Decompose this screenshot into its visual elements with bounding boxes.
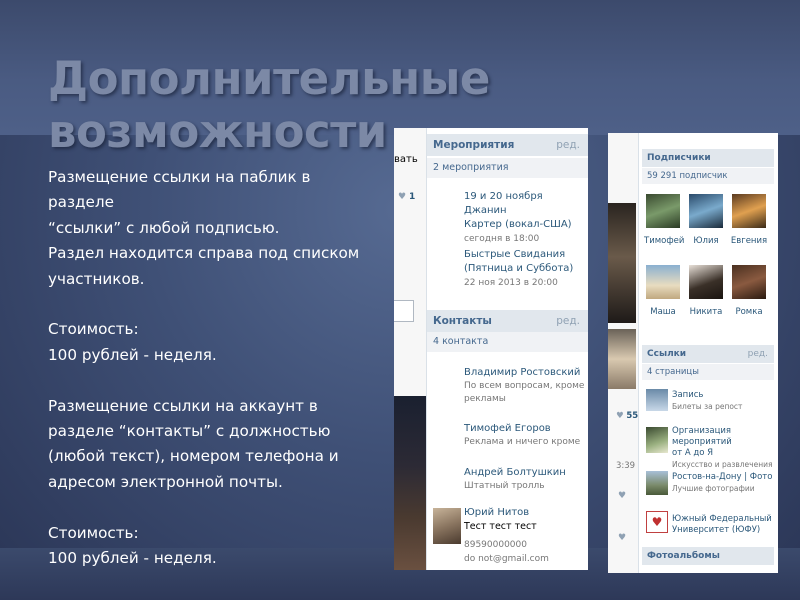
screenshot-events-contacts: вать ♥ 1 Мероприятия ред. 2 мероприятия …	[394, 128, 588, 570]
body-line: “ссылки” с любой подписью.	[48, 218, 280, 237]
subscriber-avatar	[732, 194, 766, 228]
body-line: разделе “контакты” с должностью	[48, 422, 331, 441]
subscriber-avatar	[646, 194, 680, 228]
post-time: 3:39	[616, 461, 636, 471]
subscribers-header[interactable]: Подписчики	[642, 149, 774, 167]
price-label: Стоимость:	[48, 523, 139, 542]
links-edit-link[interactable]: ред.	[748, 345, 768, 363]
albums-header[interactable]: Фотоальбомы	[642, 547, 774, 565]
heart-icon[interactable]: ♥	[618, 491, 626, 501]
link-item[interactable]: Южный Федеральный Университет (ЮФУ)	[672, 514, 772, 536]
heart-icon: ♥	[651, 515, 663, 529]
wall-photo[interactable]	[608, 203, 636, 323]
link-item[interactable]: Запись Билеты за репост	[672, 390, 742, 412]
subscriber-tile[interactable]: Юлия	[687, 194, 725, 246]
price-label: Стоимость:	[48, 320, 139, 339]
heart-icon: ♥	[616, 411, 624, 421]
contact-item[interactable]: Юрий Нитов Тест тест тест 89590000000 do…	[464, 506, 549, 566]
screenshot-subscribers-links: ♥ 55 3:39 ♥ ♥ Подписчики 59 291 подписчи…	[608, 133, 778, 573]
like-counter[interactable]: ♥ 55	[616, 411, 638, 421]
contact-item[interactable]: Андрей Болтушкин Штатный тролль	[464, 466, 566, 493]
link-thumbnail[interactable]	[646, 427, 668, 453]
link-item[interactable]: Организация мероприятий от А до Я Искусс…	[672, 426, 778, 470]
subscriber-avatar	[732, 265, 766, 299]
slide-body: Размещение ссылки на паблик в разделе “с…	[48, 165, 378, 571]
link-thumbnail[interactable]	[646, 471, 668, 495]
contacts-edit-link[interactable]: ред.	[556, 310, 580, 332]
events-header[interactable]: Мероприятия ред.	[427, 134, 588, 156]
body-line: адресом электронной почты.	[48, 472, 283, 491]
subscriber-tile[interactable]: Евгения	[730, 194, 768, 246]
subscriber-avatar	[646, 265, 680, 299]
event-item[interactable]: Быстрые Свидания (Пятница и Суббота) 22 …	[464, 248, 573, 290]
body-line: Раздел находится справа под списком	[48, 244, 360, 263]
edge-text-fragment: вать	[394, 154, 418, 165]
contact-item[interactable]: Владимир Ростовский По всем вопросам, кр…	[464, 366, 584, 407]
link-item[interactable]: Ростов-на-Дону | Фото Лучшие фотографии	[672, 472, 772, 494]
body-line: Размещение ссылки на паблик в разделе	[48, 168, 311, 212]
body-line: участников.	[48, 269, 145, 288]
edge-input-fragment	[394, 300, 414, 322]
events-count[interactable]: 2 мероприятия	[427, 158, 588, 178]
subscriber-avatar	[689, 194, 723, 228]
body-line: Размещение ссылки на аккаунт в	[48, 396, 318, 415]
contacts-count[interactable]: 4 контакта	[427, 332, 588, 352]
like-counter[interactable]: ♥ 1	[398, 192, 415, 202]
subscriber-tile[interactable]: Никита	[687, 265, 725, 317]
contact-avatar[interactable]	[433, 508, 461, 544]
subscriber-tile[interactable]: Ромка	[730, 265, 768, 317]
subscriber-avatar	[689, 265, 723, 299]
price-value: 100 рублей - неделя.	[48, 345, 217, 364]
price-value: 100 рублей - неделя.	[48, 549, 217, 568]
wall-photo[interactable]	[608, 329, 636, 389]
link-thumbnail[interactable]	[646, 389, 668, 411]
contacts-header[interactable]: Контакты ред.	[427, 310, 588, 332]
heart-icon: ♥	[398, 192, 407, 202]
events-edit-link[interactable]: ред.	[556, 134, 580, 156]
contact-item[interactable]: Тимофей Егоров Реклама и ничего кроме	[464, 422, 580, 449]
subscribers-count[interactable]: 59 291 подписчик	[642, 168, 774, 184]
subscriber-tile[interactable]: Маша	[644, 265, 682, 317]
body-line: (любой текст), номером телефона и	[48, 447, 339, 466]
links-header[interactable]: Ссылки ред.	[642, 345, 774, 363]
night-city-photo[interactable]	[394, 396, 426, 570]
links-count[interactable]: 4 страницы	[642, 364, 774, 380]
heart-icon[interactable]: ♥	[618, 533, 626, 543]
link-thumbnail[interactable]: ♥	[646, 511, 668, 533]
event-item[interactable]: 19 и 20 ноября Джанин Картер (вокал-США)…	[464, 190, 588, 246]
subscriber-tile[interactable]: Тимофей	[644, 194, 684, 246]
